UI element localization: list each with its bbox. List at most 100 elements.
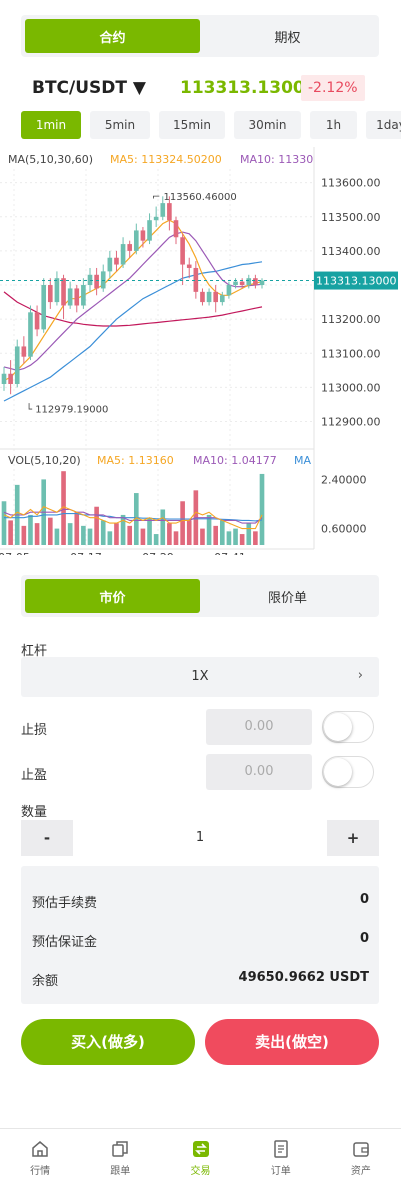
- take-profit-label: 止盈: [21, 768, 48, 783]
- tabbar-item-trade[interactable]: 交易: [160, 1129, 240, 1182]
- x-tick-label: 07:29: [142, 551, 174, 555]
- volume-bar: [219, 520, 225, 545]
- volume-bar: [173, 531, 179, 545]
- candle-body: [246, 278, 252, 286]
- candle-body: [107, 257, 113, 272]
- stop-loss-input[interactable]: 0.00: [206, 709, 312, 745]
- candle-body: [100, 271, 106, 289]
- fee-label: 预估手续费: [32, 896, 98, 911]
- volume-bar: [100, 520, 106, 545]
- volume-bar: [246, 523, 252, 545]
- volume-bar: [127, 525, 133, 545]
- volume-bar: [28, 514, 33, 545]
- timeframe-1day[interactable]: 1day: [366, 111, 401, 139]
- volume-bar: [140, 528, 146, 545]
- timeframe-1min[interactable]: 1min: [21, 111, 81, 139]
- x-tick-label: 07:41: [214, 551, 246, 555]
- volume-bar: [213, 525, 219, 545]
- tabbar-item-orders[interactable]: 订单: [241, 1129, 321, 1182]
- timeframe-30min[interactable]: 30min: [234, 111, 301, 139]
- volume-bar: [160, 509, 166, 545]
- candle-body: [8, 373, 13, 384]
- vol-y-tick-label: 0.60000: [321, 523, 367, 536]
- timeframe-tabs: 1min 5min 15min 30min 1h 1day: [21, 111, 401, 139]
- low-price-annotation: └ 112979.19000: [26, 403, 108, 416]
- chevron-right-icon: ›: [357, 668, 363, 683]
- y-tick-label: 113200.00: [321, 313, 381, 326]
- buy-long-button[interactable]: 买入(做多): [21, 1019, 195, 1065]
- candle-body: [54, 278, 60, 303]
- vol-ma5-legend: MA5: 1.13160: [97, 454, 174, 467]
- tabbar-item-assets[interactable]: 资产: [321, 1129, 401, 1182]
- vol-legend-label: VOL(5,10,20): [8, 454, 81, 467]
- volume-bar: [67, 523, 73, 545]
- margin-label: 预估保证金: [32, 935, 98, 950]
- current-price-label: 113313.13000: [316, 275, 396, 288]
- order-type-tabs: 市价 限价单: [21, 575, 379, 617]
- sell-short-button[interactable]: 卖出(做空): [205, 1019, 379, 1065]
- ma30-line: [3, 261, 263, 402]
- volume-bar: [253, 531, 258, 545]
- volume-bar: [167, 523, 172, 545]
- candle-body: [81, 285, 86, 306]
- timeframe-5min[interactable]: 5min: [90, 111, 150, 139]
- price-change-badge: -2.12%: [301, 75, 365, 101]
- home-icon: [32, 1141, 48, 1157]
- x-tick-label: 07:17: [70, 551, 102, 555]
- ma10-legend: MA10: 11330: [240, 153, 313, 166]
- y-tick-label: 113100.00: [321, 347, 381, 360]
- tab-limit[interactable]: 限价单: [200, 579, 375, 613]
- candle-body: [180, 237, 185, 265]
- volume-bar: [8, 520, 13, 545]
- candle-body: [133, 230, 139, 251]
- balance-value: 49650.9662 USDT: [238, 970, 369, 985]
- tabbar-item-copy[interactable]: 跟单: [80, 1129, 160, 1182]
- timeframe-1h[interactable]: 1h: [310, 111, 357, 139]
- high-price-annotation: ⌐ 113560.46000: [152, 192, 237, 203]
- y-tick-label: 113500.00: [321, 211, 381, 224]
- quantity-minus-button[interactable]: -: [21, 820, 73, 856]
- tab-contract[interactable]: 合约: [25, 19, 200, 53]
- stop-loss-toggle[interactable]: [322, 711, 374, 743]
- candle-body: [206, 291, 212, 303]
- price-chart[interactable]: 113600.00113500.00113400.00113300.001132…: [0, 147, 401, 555]
- tab-market[interactable]: 市价: [25, 579, 200, 613]
- candle-body: [34, 312, 40, 330]
- quantity-plus-button[interactable]: +: [327, 820, 379, 856]
- quantity-input[interactable]: 1: [73, 820, 327, 856]
- tabbar-item-market[interactable]: 行情: [0, 1129, 80, 1182]
- timeframe-15min[interactable]: 15min: [159, 111, 225, 139]
- ma-legend-label: MA(5,10,30,60): [8, 153, 93, 166]
- volume-bar: [180, 501, 185, 545]
- take-profit-input[interactable]: 0.00: [206, 754, 312, 790]
- pair-header: BTC/USDT ▼ 113313.13000 -2.12%: [0, 72, 401, 106]
- volume-bar: [87, 528, 93, 545]
- candle-body: [61, 278, 66, 306]
- leverage-select[interactable]: 1X ›: [21, 657, 379, 697]
- candle-body: [147, 220, 152, 241]
- ma5-legend: MA5: 113324.50200: [110, 153, 222, 166]
- vol-ma20-legend: MA: [294, 454, 311, 467]
- y-tick-label: 112900.00: [321, 416, 381, 429]
- volume-bar: [226, 531, 232, 545]
- candle-body: [226, 285, 232, 296]
- y-tick-label: 113400.00: [321, 245, 381, 258]
- take-profit-toggle[interactable]: [322, 756, 374, 788]
- fee-row: 预估手续费 0: [32, 892, 369, 912]
- candle-body: [41, 285, 47, 330]
- fee-value: 0: [359, 892, 369, 907]
- wallet-icon: [353, 1142, 369, 1157]
- tabbar-label: 订单: [270, 1166, 291, 1177]
- candle-body: [140, 230, 146, 241]
- tabbar-label: 资产: [350, 1166, 371, 1177]
- candle-body: [28, 312, 33, 357]
- candle-body: [127, 244, 133, 251]
- x-tick-label: 07:05: [0, 551, 30, 555]
- tab-options[interactable]: 期权: [200, 19, 375, 53]
- candle-body: [200, 291, 205, 303]
- pair-selector[interactable]: BTC/USDT ▼: [32, 78, 146, 98]
- order-summary: 预估手续费 0 预估保证金 0 余额 49650.9662 USDT: [21, 866, 379, 1004]
- volume-bar: [233, 528, 238, 545]
- volume-bar: [34, 523, 40, 545]
- volume-bar: [21, 525, 27, 545]
